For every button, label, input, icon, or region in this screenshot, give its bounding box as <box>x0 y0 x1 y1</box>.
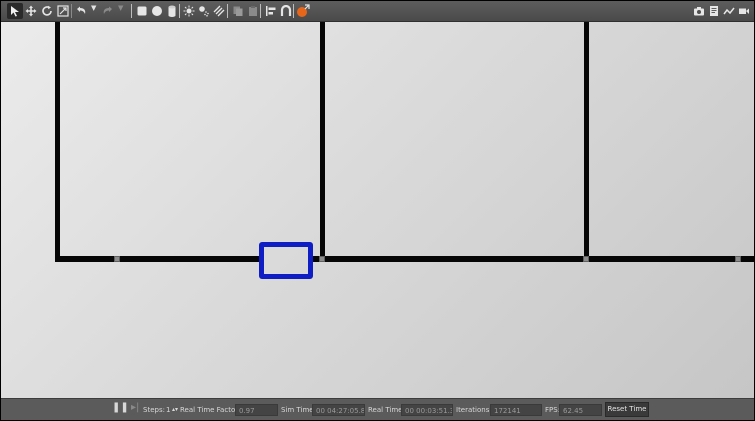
steps-spinner-icon[interactable]: ▴▾ <box>172 405 178 415</box>
redo-history-caret[interactable]: ▼ <box>118 4 123 12</box>
toolbar-separator <box>227 4 228 18</box>
align-icon[interactable] <box>263 3 279 19</box>
wall-joint <box>583 256 589 262</box>
scale-icon[interactable] <box>55 3 71 19</box>
wall-middle[interactable] <box>320 22 325 262</box>
real-time-factor-label: Real Time Factor: <box>180 406 241 414</box>
fps-label: FPS: <box>545 406 561 414</box>
view-angle-icon[interactable] <box>295 3 311 19</box>
iterations-label: Iterations: <box>456 406 492 414</box>
redo-icon[interactable] <box>100 3 116 19</box>
toolbar-separator <box>71 4 72 18</box>
snap-icon[interactable] <box>278 3 294 19</box>
spot-light-icon[interactable] <box>196 3 212 19</box>
copy-icon[interactable] <box>230 3 246 19</box>
translate-icon[interactable] <box>23 3 39 19</box>
wall-bottom-right-segment[interactable] <box>311 256 754 262</box>
wall-joint <box>319 256 325 262</box>
wall-joint <box>735 256 741 262</box>
select-arrow-icon[interactable] <box>7 3 23 19</box>
toolbar-separator <box>293 4 294 18</box>
toolbar-separator <box>131 4 132 18</box>
toolbar: ▼ ▼ <box>1 1 754 22</box>
gazebo-window: ▼ ▼ ❚❚ ▸| Steps: 1 ▴▾ Real Time Factor: … <box>1 1 754 420</box>
point-light-icon[interactable] <box>181 3 197 19</box>
undo-history-caret[interactable]: ▼ <box>91 4 96 12</box>
video-record-icon[interactable] <box>736 3 752 19</box>
screenshot-icon[interactable] <box>691 3 707 19</box>
paste-icon[interactable] <box>245 3 261 19</box>
time-panel: ❚❚ ▸| Steps: 1 ▴▾ Real Time Factor: 0.97… <box>1 398 754 420</box>
log-icon[interactable] <box>706 3 722 19</box>
sim-time-field: 00 04:27:05.842 <box>312 404 365 416</box>
wall-right[interactable] <box>584 22 589 262</box>
wall-joint <box>114 256 120 262</box>
fps-field: 62.45 <box>559 404 602 416</box>
directional-light-icon[interactable] <box>211 3 227 19</box>
rotate-icon[interactable] <box>39 3 55 19</box>
sim-time-label: Sim Time: <box>281 406 316 414</box>
sphere-shape-icon[interactable] <box>149 3 165 19</box>
pause-icon[interactable]: ❚❚ <box>112 403 129 413</box>
steps-label: Steps: <box>143 406 165 414</box>
toolbar-separator <box>260 4 261 18</box>
reset-time-button[interactable]: Reset Time <box>605 402 649 417</box>
scene-viewport[interactable] <box>1 22 754 398</box>
wall-bottom-left-segment[interactable] <box>55 256 261 262</box>
toolbar-separator <box>179 4 180 18</box>
steps-value[interactable]: 1 <box>166 405 170 415</box>
box-shape-icon[interactable] <box>134 3 150 19</box>
real-time-factor-field: 0.97 <box>235 404 278 416</box>
plot-icon[interactable] <box>721 3 737 19</box>
real-time-label: Real Time: <box>368 406 405 414</box>
iterations-field: 172141 <box>490 404 542 416</box>
real-time-field: 00 00:03:51.369 <box>401 404 453 416</box>
undo-icon[interactable] <box>73 3 89 19</box>
cylinder-shape-icon[interactable] <box>164 3 180 19</box>
step-icon[interactable]: ▸| <box>131 403 139 413</box>
wall-left[interactable] <box>55 22 60 262</box>
robot-model[interactable] <box>259 242 313 279</box>
